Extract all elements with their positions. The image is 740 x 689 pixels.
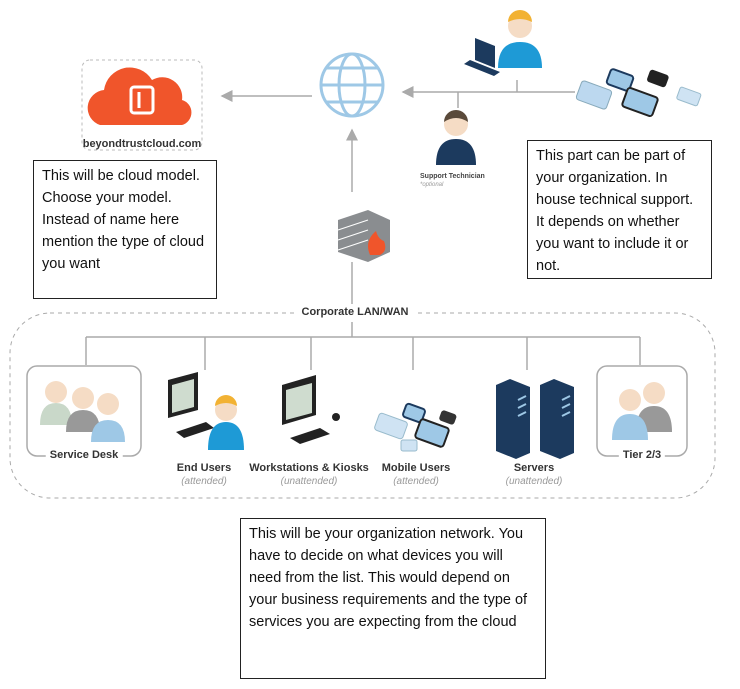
- node-label-servers: Servers: [513, 462, 555, 474]
- support-technician-optional: *optional: [420, 182, 444, 188]
- node-sub-workstations: (unattended): [280, 476, 338, 487]
- cloud-domain-label: beyondtrustcloud.com: [82, 138, 202, 150]
- servers-icon: [496, 379, 574, 459]
- mobile-devices-icon: [575, 68, 702, 118]
- laptop-user-icon: [464, 10, 542, 76]
- node-sub-mobile-users: (attended): [393, 476, 439, 487]
- cloud-icon: [87, 67, 192, 125]
- diagram-canvas: beyondtrustcloud.com Support Technician …: [0, 0, 740, 689]
- cloud-note: This will be cloud model. Choose your mo…: [33, 160, 217, 299]
- tier-support-icon: [612, 382, 672, 440]
- end-user-computer-icon: [168, 372, 244, 450]
- globe-icon: [319, 52, 385, 118]
- node-label-service-desk: Service Desk: [45, 449, 123, 461]
- network-note: This will be your organization network. …: [240, 518, 546, 679]
- node-label-workstations: Workstations & Kiosks: [249, 462, 369, 474]
- inhouse-support-note: This part can be part of your organizati…: [527, 140, 712, 279]
- workstation-icon: [282, 375, 340, 444]
- mobile-users-icon: [374, 402, 457, 452]
- service-desk-icon: [40, 381, 125, 442]
- support-technician-label: Support Technician: [420, 173, 485, 180]
- node-label-tier: Tier 2/3: [618, 449, 666, 461]
- node-label-mobile-users: Mobile Users: [381, 462, 451, 474]
- node-sub-end-users: (attended): [181, 476, 227, 487]
- node-sub-servers: (unattended): [505, 476, 563, 487]
- firewall-icon: [337, 210, 390, 262]
- support-technician-icon: [436, 110, 476, 165]
- lan-label: Corporate LAN/WAN: [295, 306, 415, 318]
- node-label-end-users: End Users: [176, 462, 232, 474]
